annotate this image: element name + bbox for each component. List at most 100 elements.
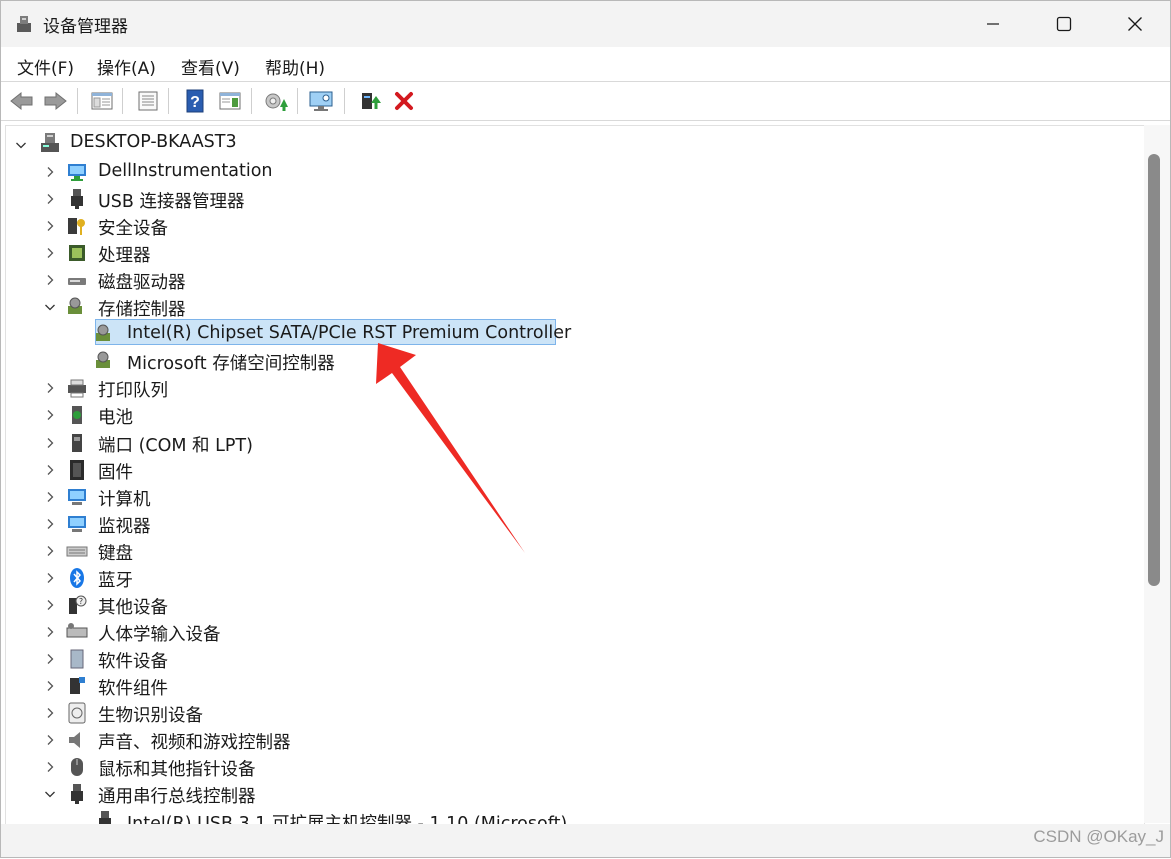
device-manager-window: 设备管理器 文件(F) 操作(A) 查看(V) 帮助(H) ? DESKTOP-… [0,0,1171,858]
tree-category-label[interactable]: 声音、视频和游戏控制器 [98,729,291,754]
uninstall-device-button[interactable] [390,87,418,115]
show-hide-console-tree-button[interactable] [88,87,116,115]
device-tree[interactable]: DESKTOP-BKAAST3 DellInstrumentation USB 连… [5,125,1145,825]
tree-category-label[interactable]: 通用串行总线控制器 [98,783,256,808]
tree-category-label[interactable]: 人体学输入设备 [98,621,221,646]
tree-device-label[interactable]: Intel(R) Chipset SATA/PCIe RST Premium C… [127,323,571,343]
tree-category-label[interactable]: USB 连接器管理器 [98,188,245,213]
chevron-right-icon[interactable] [44,166,56,178]
toolbar-separator [77,88,78,114]
menu-view[interactable]: 查看(V) [181,54,240,79]
tree-category-label[interactable]: 其他设备 [98,594,168,619]
device-category-icon [68,218,85,236]
window-title: 设备管理器 [43,17,128,37]
tree-category-label[interactable]: 打印队列 [98,377,168,402]
tree-category-label[interactable]: 蓝牙 [98,567,133,592]
device-category-icon [96,351,110,369]
title-bar[interactable]: 设备管理器 [1,1,1170,47]
menu-action[interactable]: 操作(A) [97,54,156,79]
tree-device-label[interactable]: Microsoft 存储空间控制器 [127,350,335,375]
chevron-right-icon[interactable] [44,707,56,719]
tree-category-label[interactable]: 软件组件 [98,675,168,700]
menu-bar: 文件(F) 操作(A) 查看(V) 帮助(H) [1,47,1170,82]
device-category-icon [68,515,86,532]
tree-category-label[interactable]: 计算机 [98,486,151,511]
menu-help[interactable]: 帮助(H) [265,54,325,79]
chevron-right-icon[interactable] [44,464,56,476]
chevron-right-icon[interactable] [44,518,56,530]
tree-category-label[interactable]: 监视器 [98,513,151,538]
tree-root-label[interactable]: DESKTOP-BKAAST3 [70,132,237,152]
menu-file[interactable]: 文件(F) [17,54,74,79]
watermark-text: CSDN @OKay_J [1033,827,1164,846]
forward-button[interactable] [41,87,69,115]
close-button[interactable] [1100,1,1170,47]
maximize-button[interactable] [1029,1,1099,47]
enable-device-button[interactable] [356,87,384,115]
device-category-icon [70,459,84,480]
tree-category-label[interactable]: 端口 (COM 和 LPT) [98,432,253,457]
chevron-right-icon[interactable] [44,653,56,665]
toolbar-separator [168,88,169,114]
tree-category-label[interactable]: 软件设备 [98,648,168,673]
toolbar-separator [251,88,252,114]
device-category-icon [69,245,85,262]
chevron-right-icon[interactable] [44,572,56,584]
chevron-right-icon[interactable] [44,437,56,449]
device-category-icon [96,324,110,342]
action-pane-button[interactable] [216,87,244,115]
chevron-right-icon[interactable] [44,220,56,232]
chevron-right-icon[interactable] [44,626,56,638]
chevron-right-icon[interactable] [44,274,56,286]
chevron-down-icon[interactable] [44,301,56,313]
close-icon [1128,17,1142,31]
device-manager-app-icon [17,16,31,32]
chevron-right-icon[interactable] [44,247,56,259]
tree-category-label[interactable]: 处理器 [98,242,151,267]
svg-text:?: ? [190,94,200,111]
monitor-update-icon [309,91,333,111]
chevron-right-icon[interactable] [44,193,56,205]
status-bar [1,824,1170,857]
properties-button[interactable] [134,87,162,115]
help-button[interactable]: ? [181,87,209,115]
minimize-button[interactable] [958,1,1028,47]
tree-category-label[interactable]: 固件 [98,459,133,484]
tree-category-label[interactable]: DellInstrumentation [98,161,273,181]
device-category-icon: ? [69,595,87,614]
chevron-right-icon[interactable] [44,680,56,692]
chevron-down-icon[interactable] [44,788,56,800]
toolbar-separator [344,88,345,114]
tree-category-label[interactable]: 生物识别设备 [98,702,203,727]
chevron-right-icon[interactable] [44,409,56,421]
svg-text:?: ? [79,597,83,606]
chevron-right-icon[interactable] [44,734,56,746]
tree-device-label[interactable]: Intel(R) USB 3.1 可扩展主机控制器 - 1.10 (Micros… [127,810,567,824]
chevron-right-icon[interactable] [44,545,56,557]
chevron-right-icon[interactable] [44,491,56,503]
vertical-scrollbar-thumb[interactable] [1148,154,1160,586]
action-pane-icon [219,92,241,110]
minimize-icon [987,23,999,25]
back-button[interactable] [8,87,36,115]
tree-category-label[interactable]: 磁盘驱动器 [98,269,186,294]
tree-category-label[interactable]: 鼠标和其他指针设备 [98,756,256,781]
chevron-right-icon[interactable] [44,599,56,611]
update-driver-button[interactable] [308,87,336,115]
device-category-icon [71,758,83,777]
tree-category-label[interactable]: 键盘 [98,540,133,565]
computer-root-icon [41,133,59,152]
device-category-icon [68,278,86,286]
tree-category-label[interactable]: 电池 [98,404,133,429]
scan-hardware-button[interactable] [262,87,290,115]
device-category-icon [68,488,86,505]
device-category-icon [68,297,82,315]
device-category-icon [71,189,83,210]
chevron-right-icon[interactable] [44,382,56,394]
chevron-down-icon[interactable] [15,139,27,151]
back-arrow-icon [10,91,33,111]
tree-category-label[interactable]: 安全设备 [98,215,168,240]
toolbar-separator [297,88,298,114]
tree-category-label[interactable]: 存储控制器 [98,296,186,321]
chevron-right-icon[interactable] [44,761,56,773]
